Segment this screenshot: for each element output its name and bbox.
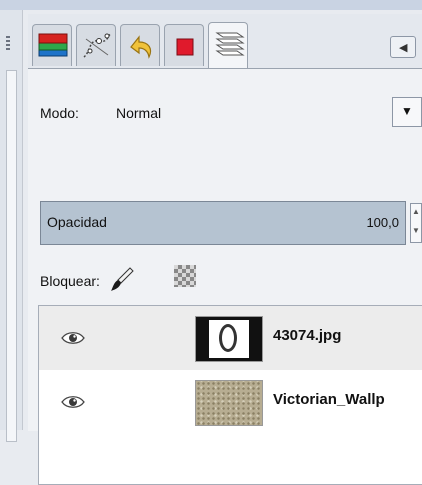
layer-name[interactable]: Victorian_Wallp: [273, 391, 385, 408]
eye-icon[interactable]: [61, 330, 85, 346]
opacity-label: Opacidad: [47, 214, 107, 230]
opacity-spinner[interactable]: ▲ ▼: [410, 203, 422, 243]
tab-layers-stack[interactable]: [208, 22, 248, 68]
layer-thumbnail: [195, 316, 263, 362]
chevron-down-icon: ▼: [401, 104, 413, 118]
layers-panel: ◀ Modo: Normal ▼ Opacidad 100,0 ▲ ▼ Bloq…: [28, 14, 422, 485]
layers-icon: [38, 33, 68, 57]
spin-up-icon[interactable]: ▲: [412, 207, 420, 216]
left-scrollbar[interactable]: [6, 70, 17, 442]
tab-layers[interactable]: [32, 24, 72, 66]
brush-icon[interactable]: [108, 265, 136, 293]
layer-name[interactable]: 43074.jpg: [273, 327, 341, 344]
chevron-left-icon: ◀: [399, 42, 408, 54]
mode-value[interactable]: Normal: [116, 105, 161, 121]
mode-dropdown[interactable]: ▼: [392, 97, 422, 127]
list-item[interactable]: Victorian_Wallp: [39, 370, 422, 434]
dock-tabs: ◀: [28, 14, 422, 68]
eye-icon[interactable]: [61, 394, 85, 410]
left-dock-column: [0, 10, 23, 442]
channels-icon: [176, 38, 194, 56]
layers-stack-icon: [215, 32, 245, 56]
undo-history-icon: [130, 35, 152, 59]
dock-grip[interactable]: [6, 36, 10, 50]
lock-label: Bloquear:: [40, 273, 100, 289]
tab-channels[interactable]: [164, 24, 204, 66]
lock-alpha-icon[interactable]: [174, 265, 196, 287]
tab-undo-history[interactable]: [120, 24, 160, 66]
tab-paths[interactable]: [76, 24, 116, 66]
top-strip: [0, 0, 422, 10]
layers-content: Modo: Normal ▼ Opacidad 100,0 ▲ ▼ Bloque…: [28, 68, 422, 485]
tab-menu-button[interactable]: ◀: [390, 36, 416, 58]
spin-down-icon[interactable]: ▼: [412, 226, 420, 235]
opacity-slider[interactable]: Opacidad 100,0: [40, 201, 406, 245]
opacity-value: 100,0: [366, 215, 399, 230]
mode-label: Modo:: [40, 105, 79, 121]
layer-thumbnail: [195, 380, 263, 426]
list-item[interactable]: 43074.jpg: [39, 306, 422, 370]
paths-icon: [83, 33, 112, 58]
layers-list: 43074.jpg Victorian_Wallp: [38, 305, 422, 485]
